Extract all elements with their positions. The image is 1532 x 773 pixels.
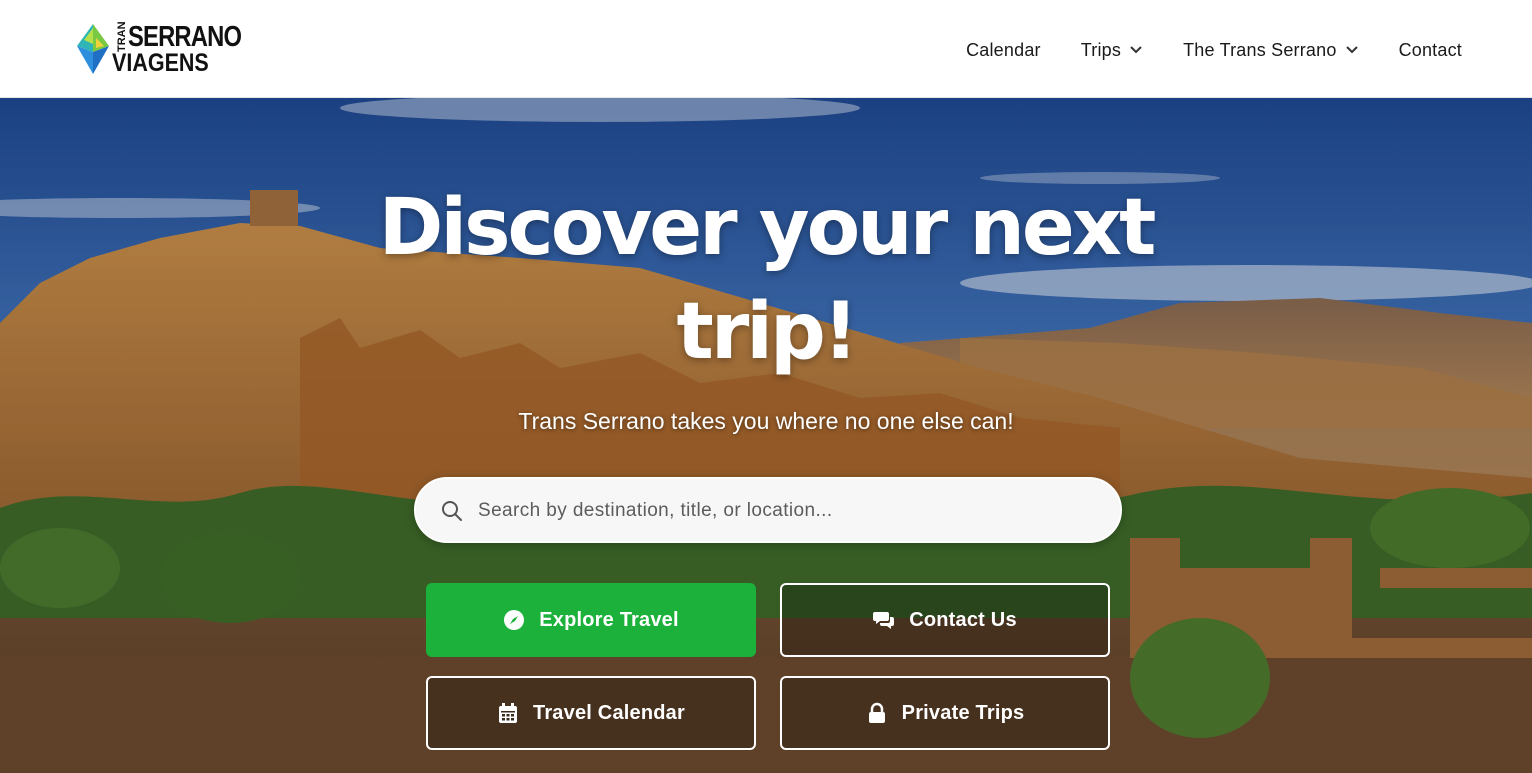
nav-item-label: Trips bbox=[1080, 39, 1122, 60]
hero-section: Discover your next trip! Trans Serrano t… bbox=[0, 98, 1532, 773]
nav-item-contact[interactable]: Contact bbox=[1399, 40, 1462, 61]
travel-calendar-label: Travel Calendar bbox=[533, 701, 685, 724]
contact-us-label: Contact Us bbox=[909, 608, 1017, 631]
calendar-icon bbox=[499, 703, 518, 723]
logo-bottom-text: VIAGENS bbox=[112, 49, 209, 77]
hero-title-line1: Discover your next bbox=[378, 183, 1157, 273]
hero-subtitle: Trans Serrano takes you where no one els… bbox=[518, 408, 1014, 434]
logo-trans-text: TRANS bbox=[116, 22, 128, 52]
nav-item-label: Calendar bbox=[966, 39, 1041, 60]
lock-icon bbox=[868, 702, 885, 723]
private-trips-label: Private Trips bbox=[901, 701, 1025, 724]
hero-title-line2: trip! bbox=[676, 287, 859, 377]
svg-text:TRANS: TRANS bbox=[116, 22, 128, 52]
private-trips-button[interactable]: Private Trips bbox=[780, 676, 1110, 750]
nav-item-label: Contact bbox=[1398, 39, 1462, 60]
search-bar bbox=[414, 477, 1122, 543]
explore-travel-button[interactable]: Explore Travel bbox=[426, 583, 756, 657]
nav-item-label: The Trans Serrano bbox=[1183, 39, 1337, 60]
search-icon[interactable] bbox=[441, 500, 463, 522]
chat-bubbles-icon bbox=[873, 612, 895, 629]
nav-item-the-trans-serrano[interactable]: The Trans Serrano bbox=[1183, 40, 1358, 61]
logo-top-text: SERRANO bbox=[128, 21, 242, 53]
search-input[interactable] bbox=[478, 493, 1098, 529]
logo[interactable]: TRANS SERRANO VIAGENS bbox=[76, 22, 242, 78]
explore-travel-label: Explore Travel bbox=[539, 608, 679, 631]
travel-calendar-button[interactable]: Travel Calendar bbox=[426, 676, 756, 750]
compass-icon bbox=[504, 610, 525, 630]
chevron-down-icon bbox=[1345, 46, 1358, 54]
nav-item-trips[interactable]: Trips bbox=[1081, 40, 1143, 61]
logo-mark-icon bbox=[77, 24, 109, 74]
chevron-down-icon bbox=[1130, 46, 1142, 54]
hero-title: Discover your next trip! bbox=[0, 176, 1532, 384]
contact-us-button[interactable]: Contact Us bbox=[780, 583, 1110, 657]
nav-item-calendar[interactable]: Calendar bbox=[966, 40, 1041, 61]
main-nav: Calendar Trips The Trans Serrano Contact bbox=[966, 36, 1462, 64]
site-header: TRANS SERRANO VIAGENS Calendar Trips The… bbox=[0, 0, 1532, 98]
